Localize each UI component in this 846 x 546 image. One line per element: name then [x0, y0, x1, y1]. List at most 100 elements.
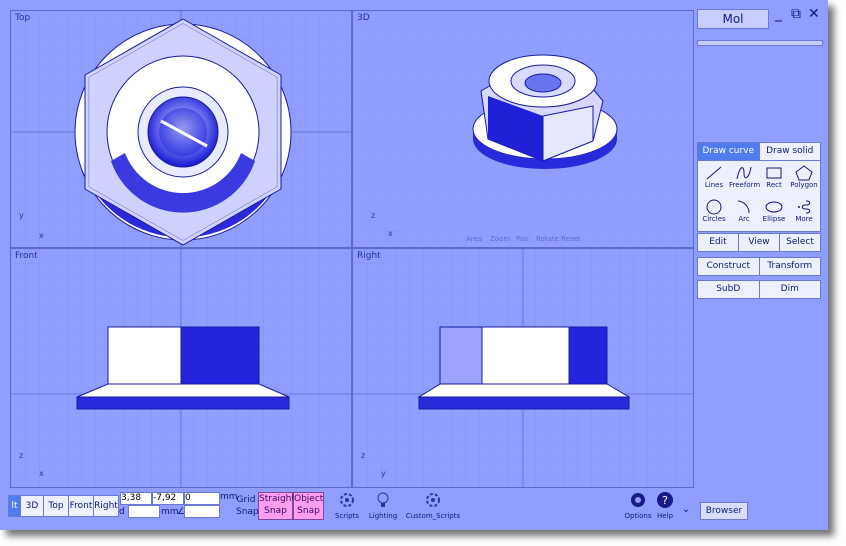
gear-icon: [340, 493, 354, 507]
construct-row: Construct Transform: [697, 257, 821, 276]
expand-chevron-icon[interactable]: ⌄: [680, 504, 692, 515]
tool-label: Ellipse: [762, 215, 786, 223]
top-view-model: [11, 11, 351, 247]
tab-draw-curve[interactable]: Draw curve: [698, 143, 760, 160]
lighting-label: Lighting: [368, 512, 398, 520]
mm-label: mm: [161, 507, 179, 517]
straight-snap-label: Straight: [259, 494, 295, 504]
viewport-right[interactable]: Right z y: [352, 248, 694, 488]
angle-input[interactable]: [184, 505, 220, 518]
viewport-label-front: Front: [15, 251, 38, 261]
panel-slider[interactable]: [697, 40, 823, 46]
viewport-label-top: Top: [15, 13, 31, 23]
object-snap-label: Object: [294, 494, 324, 504]
app-window: Top y x 3D z x Area Zoom Pan Rotate Rese…: [0, 0, 828, 530]
construct-button[interactable]: Construct: [698, 258, 760, 275]
line-icon: [706, 166, 722, 180]
close-icon[interactable]: ✕: [808, 6, 820, 22]
axis-x-label: x: [388, 229, 393, 238]
options-button[interactable]: Options: [624, 490, 652, 520]
view-button-top[interactable]: Top: [43, 495, 69, 517]
freeform-icon: [736, 166, 752, 180]
reset-tool[interactable]: Reset: [561, 235, 581, 243]
circle-icon: [706, 199, 722, 215]
draw-tools-panel: Lines Freeform Rect Polygon Circles Arc: [697, 160, 821, 232]
tool-label: Arc: [738, 215, 750, 223]
subd-row: SubD Dim: [697, 280, 821, 299]
tool-label: Circles: [702, 215, 726, 223]
pan-tool[interactable]: Pan: [516, 235, 529, 243]
scripts-label: Scripts: [335, 512, 359, 520]
more-icon: [798, 200, 811, 214]
lightbulb-icon: [377, 492, 389, 507]
view-button-right[interactable]: Right: [93, 495, 119, 517]
d-label: d: [119, 507, 125, 517]
coord-x-input[interactable]: 3,38: [120, 492, 152, 505]
3d-view-model: [353, 11, 693, 247]
rotate-tool[interactable]: Rotate: [536, 235, 559, 243]
coord-z-input[interactable]: 0: [184, 492, 220, 505]
viewport-top[interactable]: Top y x: [10, 10, 352, 248]
transform-button[interactable]: Transform: [760, 258, 821, 275]
tool-ellipse[interactable]: Ellipse: [759, 199, 789, 223]
zoom-tool[interactable]: Zoom: [490, 235, 510, 243]
tool-rect[interactable]: Rect: [759, 165, 789, 189]
subd-button[interactable]: SubD: [698, 281, 760, 298]
unit-label: mm: [220, 492, 238, 502]
tool-polygon[interactable]: Polygon: [789, 165, 819, 189]
draw-mode-tabs: Draw curve Draw solid: [697, 142, 821, 161]
area-tool[interactable]: Area: [466, 235, 482, 243]
svg-text:?: ?: [662, 494, 668, 507]
tool-freeform[interactable]: Freeform: [729, 165, 761, 189]
rect-icon: [766, 167, 782, 179]
viewport-front[interactable]: Front z x: [10, 248, 352, 488]
lighting-button[interactable]: Lighting: [368, 490, 398, 520]
straight-snap-toggle[interactable]: Straight Snap: [258, 492, 295, 520]
axis-y-label: y: [19, 211, 24, 220]
help-label: Help: [657, 512, 673, 520]
view-button[interactable]: View: [739, 234, 780, 251]
right-view-model: [353, 249, 693, 487]
custom-scripts-button[interactable]: Custom_Scripts: [405, 490, 461, 520]
mol-button[interactable]: Mol: [697, 9, 769, 29]
gears-icon: [426, 493, 440, 507]
tool-label: Rect: [766, 181, 782, 189]
view-button-3d[interactable]: 3D: [20, 495, 44, 517]
select-button[interactable]: Select: [780, 234, 820, 251]
view-button-front[interactable]: Front: [68, 495, 94, 517]
grid-snap-toggle[interactable]: Grid Snap: [236, 494, 259, 518]
help-button[interactable]: ? Help: [654, 490, 676, 520]
axis-x-label: x: [39, 469, 44, 478]
coord-y-input[interactable]: -7,92: [152, 492, 184, 505]
front-view-model: [11, 249, 351, 487]
scripts-button[interactable]: Scripts: [333, 490, 361, 520]
tool-circles[interactable]: Circles: [699, 199, 729, 223]
object-snap-label: Snap: [297, 506, 320, 516]
tool-more[interactable]: More: [789, 199, 819, 223]
tool-label: Polygon: [790, 181, 818, 189]
axis-z-label: z: [361, 451, 366, 460]
distance-input[interactable]: [128, 505, 160, 518]
axis-x-label: x: [39, 231, 44, 240]
tool-label: Lines: [704, 181, 724, 189]
tool-lines[interactable]: Lines: [699, 165, 729, 189]
viewport-3d[interactable]: 3D z x Area Zoom Pan Rotate Reset: [352, 10, 694, 248]
tool-arc[interactable]: Arc: [729, 199, 759, 223]
edit-button[interactable]: Edit: [698, 234, 739, 251]
edit-row: Edit View Select: [697, 233, 821, 252]
object-snap-toggle[interactable]: Object Snap: [293, 492, 324, 520]
grid-snap-label: Grid: [236, 495, 256, 505]
tool-label: Freeform: [729, 181, 761, 189]
tab-draw-solid[interactable]: Draw solid: [760, 143, 821, 160]
viewport-label-right: Right: [357, 251, 381, 261]
dim-button[interactable]: Dim: [760, 281, 821, 298]
minimize-icon[interactable]: _: [775, 6, 782, 22]
tool-label: More: [795, 215, 813, 223]
axis-z-label: z: [371, 211, 376, 220]
browser-button[interactable]: Browser: [700, 502, 748, 520]
axis-y-label: y: [381, 469, 386, 478]
help-icon: ?: [657, 492, 673, 508]
restore-icon[interactable]: ⧉: [791, 6, 801, 22]
viewport-label-3d: 3D: [357, 13, 370, 23]
axis-z-label: z: [19, 451, 24, 460]
